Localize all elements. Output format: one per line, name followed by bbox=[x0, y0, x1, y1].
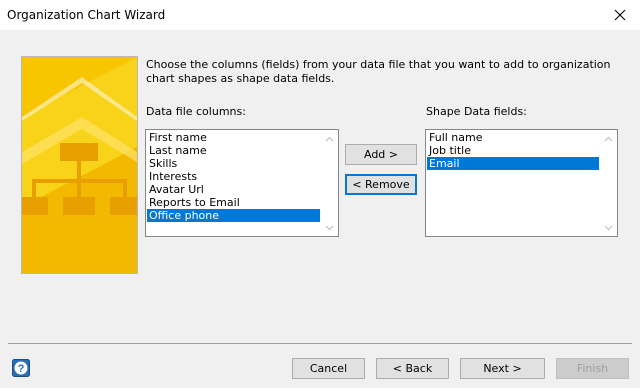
list-item[interactable]: First name bbox=[147, 131, 320, 144]
back-button[interactable]: < Back bbox=[376, 358, 449, 379]
data-file-columns-scrollbar[interactable] bbox=[321, 130, 338, 236]
shape-data-fields-scrollbar[interactable] bbox=[600, 130, 617, 236]
shape-data-fields-label: Shape Data fields: bbox=[426, 105, 527, 118]
data-file-columns-list[interactable]: First name Last name Skills Interests Av… bbox=[145, 129, 339, 237]
list-item[interactable]: Last name bbox=[147, 144, 320, 157]
list-item[interactable]: Avatar Url bbox=[147, 183, 320, 196]
scroll-up-icon bbox=[604, 136, 613, 141]
list-item-selected[interactable]: Office phone bbox=[147, 209, 320, 222]
remove-button[interactable]: < Remove bbox=[345, 174, 417, 195]
scroll-down-button[interactable] bbox=[600, 219, 617, 236]
scroll-up-button[interactable] bbox=[600, 130, 617, 147]
scroll-down-button[interactable] bbox=[321, 219, 338, 236]
scroll-up-button[interactable] bbox=[321, 130, 338, 147]
data-file-columns-label: Data file columns: bbox=[146, 105, 246, 118]
help-button[interactable]: ? bbox=[12, 359, 30, 377]
org-chart-banner-graphic bbox=[22, 57, 137, 273]
list-item[interactable]: Skills bbox=[147, 157, 320, 170]
list-item[interactable]: Reports to Email bbox=[147, 196, 320, 209]
shape-data-fields-list[interactable]: Full name Job title Email bbox=[425, 129, 618, 237]
list-item[interactable]: Full name bbox=[427, 131, 599, 144]
instructions-text: Choose the columns (fields) from your da… bbox=[146, 58, 611, 85]
list-item[interactable]: Job title bbox=[427, 144, 599, 157]
window-title: Organization Chart Wizard bbox=[7, 8, 166, 22]
help-icon: ? bbox=[12, 359, 30, 377]
scroll-down-icon bbox=[604, 225, 613, 230]
next-button[interactable]: Next > bbox=[460, 358, 545, 379]
close-button[interactable] bbox=[600, 0, 640, 30]
footer-separator bbox=[8, 343, 632, 344]
cancel-button[interactable]: Cancel bbox=[292, 358, 365, 379]
add-button[interactable]: Add > bbox=[345, 144, 417, 165]
list-item[interactable]: Interests bbox=[147, 170, 320, 183]
scroll-up-icon bbox=[325, 136, 334, 141]
org-chart-banner bbox=[21, 56, 138, 274]
close-icon bbox=[614, 9, 626, 21]
svg-text:?: ? bbox=[18, 363, 25, 375]
finish-button[interactable]: Finish bbox=[556, 358, 629, 379]
title-bar: Organization Chart Wizard bbox=[0, 0, 640, 30]
scroll-down-icon bbox=[325, 225, 334, 230]
list-item-selected[interactable]: Email bbox=[427, 157, 599, 170]
